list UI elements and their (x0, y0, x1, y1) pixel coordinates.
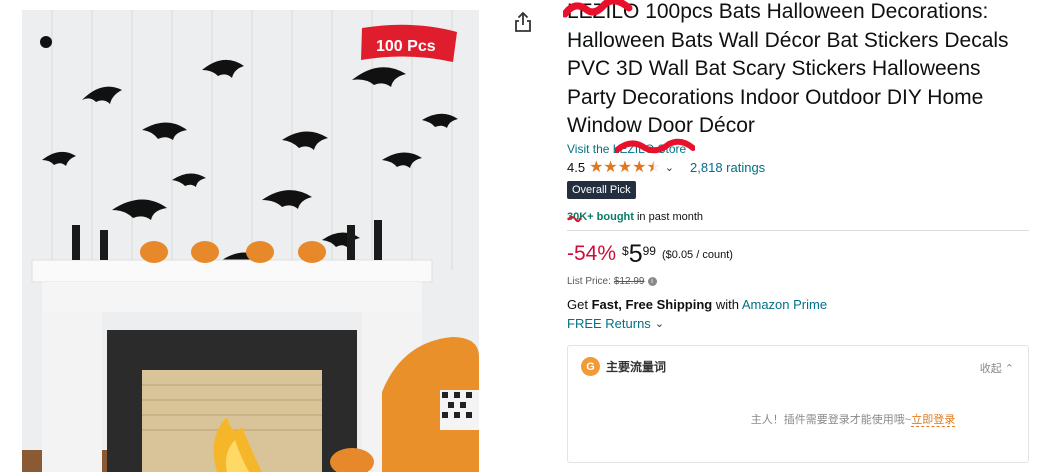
chevron-down-icon[interactable]: ⌄ (665, 161, 674, 174)
free-returns-text: FREE Returns (567, 316, 651, 331)
product-title: LEZILO 100pcs Bats Halloween Decorations… (563, 0, 1031, 141)
rating-row: 4.5 ★ ★ ★ ★ ★ ⌄ 2,818 ratings (567, 158, 1031, 178)
ratings-count-link[interactable]: 2,818 ratings (690, 160, 765, 175)
login-required-message: 主人！插件需要登录才能使用哦~立即登录 (568, 411, 1028, 427)
price-whole: 5 (628, 239, 643, 268)
shipping-info: Get Fast, Free Shipping with Amazon Prim… (567, 297, 1031, 315)
price-fraction: 99 (642, 243, 656, 258)
panel-header: G 主要流量词 (568, 346, 1028, 388)
amazon-prime-link[interactable]: Amazon Prime (742, 297, 827, 312)
section-divider (567, 229, 1029, 231)
bought-in-past-month: 30K+ bought in past month (567, 211, 1031, 225)
redaction-scribble (563, 0, 633, 18)
panel-title: 主要流量词 (606, 360, 667, 374)
image-badge-text: 100 Pcs (376, 38, 436, 55)
discount-percent: -54% (567, 241, 617, 265)
chevron-down-icon: ⌄ (654, 318, 665, 330)
store-redaction-scribble (615, 138, 695, 153)
visit-store-link[interactable]: Visit the LEZILO Store (567, 138, 1031, 157)
product-details: LEZILO 100pcs Bats Halloween Decorations… (563, 0, 1031, 463)
bought-suffix: in past month (633, 210, 704, 223)
list-price: List Price: $12.99 i (567, 275, 1031, 289)
info-icon[interactable]: i (647, 277, 657, 286)
plugin-logo-icon: G (581, 357, 600, 376)
half-star-icon: ★ (646, 158, 661, 176)
free-returns-link[interactable]: FREE Returns ⌄ (567, 315, 1031, 333)
rating-value: 4.5 (567, 160, 586, 175)
product-title-text: LEZILO 100pcs Bats Halloween Decorations… (567, 0, 1009, 137)
share-icon[interactable] (512, 10, 534, 34)
list-price-value: $12.99 (613, 276, 645, 287)
shipping-prefix: Get (567, 296, 592, 312)
star-icon: ★ (589, 158, 604, 176)
star-icon: ★ (632, 158, 647, 176)
unit-price: ($0.05 / count) (661, 248, 733, 261)
star-icon: ★ (617, 158, 633, 176)
chevron-up-icon: ⌃ (1004, 362, 1014, 375)
price-row: -54% $ 5 99 ($0.05 / count) (567, 241, 1031, 271)
shipping-middle: with (712, 296, 742, 312)
login-now-link[interactable]: 立即登录 (911, 413, 956, 427)
bought-redaction-scribble (567, 215, 581, 222)
star-rating[interactable]: ★ ★ ★ ★ ★ (589, 158, 661, 176)
list-price-label: List Price: (567, 276, 611, 287)
traffic-keywords-panel: G 主要流量词 收起 ⌃ 主人！插件需要登录才能使用哦~立即登录 (567, 344, 1029, 463)
product-image[interactable]: 100 Pcs (22, 10, 479, 472)
login-message-text: 主人！插件需要登录才能使用哦~ (750, 413, 912, 426)
collapse-button[interactable]: 收起 ⌃ (980, 360, 1014, 376)
shipping-bold: Fast, Free Shipping (591, 296, 713, 312)
overall-pick-badge[interactable]: Overall Pick (567, 180, 636, 199)
price-currency: $ (622, 243, 629, 258)
star-icon: ★ (603, 158, 618, 176)
collapse-label: 收起 (979, 362, 1002, 375)
